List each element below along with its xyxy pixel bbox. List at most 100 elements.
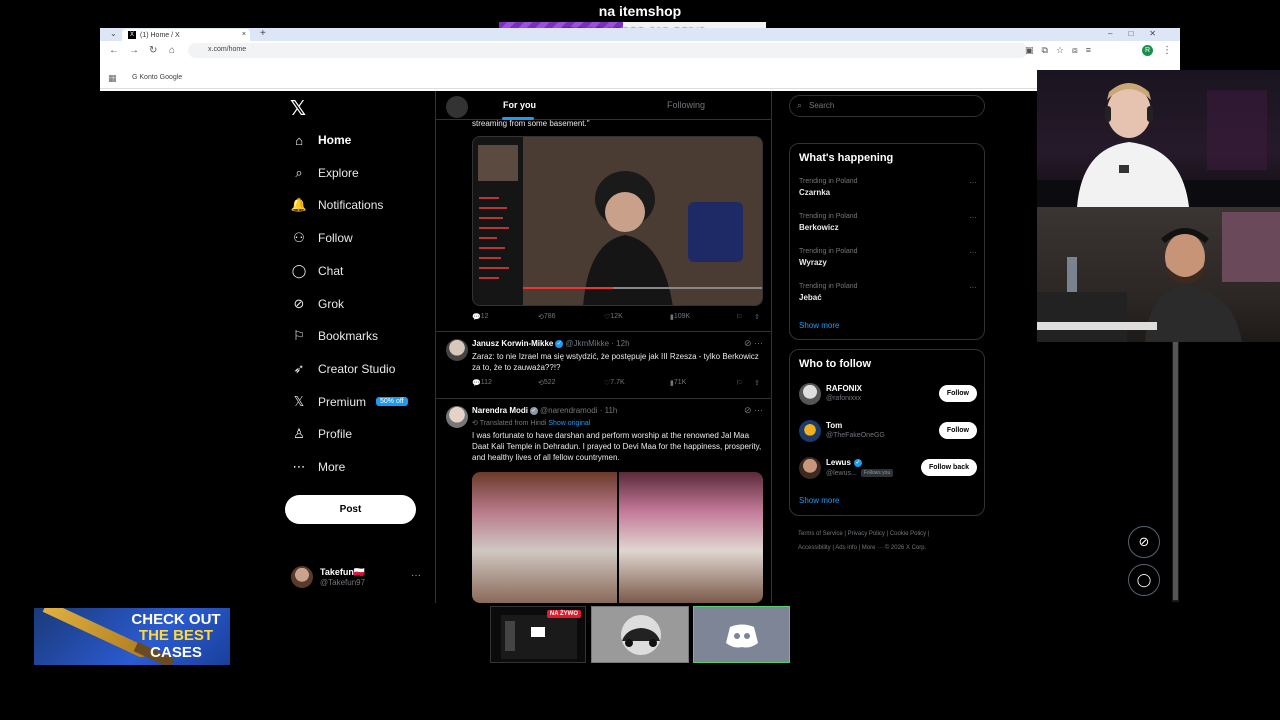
tweet-handle[interactable]: @JkmMikke (565, 339, 609, 348)
tweet-author[interactable]: Narendra Modi (472, 406, 528, 415)
window-controls[interactable]: –□✕ (1108, 29, 1172, 38)
reply-icon[interactable]: 💬 112 (472, 379, 492, 387)
sidebar-item-explore[interactable]: ⌕ Explore (292, 163, 358, 183)
avatar[interactable] (446, 96, 468, 118)
rocket-icon: ➶ (293, 360, 305, 376)
tab-search-chevron-icon[interactable]: ⌄ (110, 29, 117, 38)
follow-suggestion[interactable]: Lewus ✓ @lewus... Follows you Follow back (799, 456, 977, 480)
bookmark-icon[interactable]: ⚐ (736, 313, 742, 321)
scrollbar[interactable] (1172, 340, 1179, 602)
avatar[interactable] (446, 339, 468, 361)
avatar[interactable] (799, 383, 821, 405)
stream-goal-title: na itemshop (598, 3, 682, 19)
new-tab-button[interactable]: + (260, 28, 266, 39)
window-thumbnail-stream[interactable]: NA ŻYWO (490, 606, 586, 663)
tweet-time[interactable]: · 11h (600, 406, 618, 415)
follow-back-button[interactable]: Follow back (920, 459, 977, 476)
bookmark-icon: ⚐ (293, 328, 305, 344)
trend-item[interactable]: Trending in Poland Czarnka ··· (799, 178, 977, 197)
follow-suggestion[interactable]: RAFONIX @rafonixxx Follow (799, 382, 977, 406)
show-more-link[interactable]: Show more (799, 496, 839, 505)
promo-banner[interactable]: CHECK OUT THE BEST CASES (34, 608, 230, 665)
post-button[interactable]: Post (285, 495, 416, 524)
reply-icon[interactable]: 💬 12 (472, 313, 489, 321)
sidebar-item-chat[interactable]: ◯ Chat (291, 261, 344, 281)
more-circle-icon: ⋯ (292, 459, 306, 474)
tweet-images[interactable] (472, 472, 763, 603)
search-input[interactable]: ⌕ Search (789, 95, 985, 117)
sidebar-item-grok[interactable]: ⊘ Grok (292, 294, 344, 314)
tweet-image-1[interactable] (472, 472, 617, 603)
tab-x-home[interactable]: X (1) Home / X × (122, 29, 250, 41)
x-logo[interactable]: 𝕏 (290, 96, 306, 121)
tab-close-icon[interactable]: × (242, 31, 246, 38)
chat-floating-icon[interactable]: ◯ (1128, 564, 1160, 596)
apps-grid-icon[interactable]: ▦ (108, 73, 117, 84)
forward-arrow-icon[interactable]: → (129, 45, 139, 56)
follow-button[interactable]: Follow (938, 422, 977, 439)
tab-following[interactable]: Following (667, 100, 705, 110)
views-icon[interactable]: ▮ 109K (670, 313, 690, 321)
share-icon[interactable]: ⇧ (754, 313, 760, 321)
tweet-handle[interactable]: @narendramodi (540, 406, 597, 415)
menu-kebab-icon[interactable]: ⋮ (1162, 45, 1172, 56)
more-icon[interactable]: ··· (969, 178, 977, 187)
trend-item[interactable]: Trending in Poland Jebać ··· (799, 283, 977, 302)
sidebar-item-creator-studio[interactable]: ➶ Creator Studio (292, 359, 396, 379)
follow-suggestion[interactable]: Tom @TheFakeOneGG Follow (799, 419, 977, 443)
show-more-link[interactable]: Show more (799, 321, 839, 330)
home-button-icon[interactable]: ⌂ (169, 45, 175, 56)
person-add-icon: ⚇ (293, 230, 305, 246)
more-icon[interactable]: ··· (969, 283, 977, 292)
sidebar-item-bookmarks[interactable]: ⚐ Bookmarks (292, 326, 378, 346)
profile-avatar[interactable]: R (1142, 45, 1153, 56)
bookmark-icon[interactable]: ⚐ (736, 379, 742, 387)
like-icon[interactable]: ♡ 7.7K (604, 379, 625, 387)
toolbar-icons[interactable]: ▣⧉☆⧈≡ (1025, 45, 1099, 56)
tweet-author[interactable]: Janusz Korwin-Mikke (472, 339, 553, 348)
avatar[interactable] (446, 406, 468, 428)
account-handle: @Takefun97 (320, 578, 366, 587)
tweet-time[interactable]: · 12h (611, 339, 629, 348)
tweet-image-2[interactable] (618, 472, 763, 603)
views-icon[interactable]: ▮ 71K (670, 379, 686, 387)
account-switcher[interactable]: Takefun🇵🇱 @Takefun97 ··· (291, 566, 431, 590)
repost-icon[interactable]: ⟲ 522 (538, 379, 556, 387)
sidebar-item-follow[interactable]: ⚇ Follow (292, 228, 353, 248)
share-icon[interactable]: ⇧ (754, 379, 760, 387)
trend-item[interactable]: Trending in Poland Wyrazy ··· (799, 248, 977, 267)
footer-links[interactable]: Terms of Service | Privacy Policy | Cook… (798, 527, 988, 555)
webcam-feed-2 (1037, 207, 1280, 342)
more-icon[interactable]: ··· (969, 213, 977, 222)
sidebar-item-premium[interactable]: 𝕏 Premium 50% off (292, 392, 408, 412)
sidebar-item-more[interactable]: ⋯ More (292, 457, 346, 477)
sidebar-item-label: More (318, 460, 346, 474)
account-more-icon[interactable]: ··· (411, 570, 421, 581)
grok-more-icons[interactable]: ⊘ ··· (744, 338, 763, 349)
scrollbar-thumb[interactable] (1173, 340, 1178, 600)
tweet-video[interactable] (472, 136, 763, 306)
sidebar-item-home[interactable]: ⌂ Home (292, 130, 351, 150)
sidebar-item-profile[interactable]: ♙ Profile (292, 424, 352, 444)
sidebar-item-notifications[interactable]: 🔔 Notifications (291, 195, 383, 215)
reload-icon[interactable]: ↻ (149, 45, 157, 56)
whats-happening-panel: What's happening Trending in Poland Czarn… (789, 143, 985, 340)
avatar[interactable] (799, 420, 821, 442)
avatar[interactable] (799, 457, 821, 479)
tab-for-you[interactable]: For you (503, 100, 536, 110)
url-input[interactable]: x.com/home (188, 43, 1028, 58)
bookmark-konto-google[interactable]: G Konto Google (132, 74, 182, 81)
back-arrow-icon[interactable]: ← (109, 45, 119, 56)
more-icon[interactable]: ··· (969, 248, 977, 257)
follow-button[interactable]: Follow (938, 385, 977, 402)
grok-more-icons[interactable]: ⊘ ··· (744, 405, 763, 416)
window-thumbnail-discord[interactable] (693, 606, 790, 663)
show-original-link[interactable]: Show original (548, 420, 590, 427)
trend-item[interactable]: Trending in Poland Berkowicz ··· (799, 213, 977, 232)
grok-floating-icon[interactable]: ⊘ (1128, 526, 1160, 558)
repost-icon[interactable]: ⟲ 786 (538, 313, 556, 321)
x-favicon-icon: X (128, 31, 136, 39)
window-thumbnail-car[interactable] (591, 606, 689, 663)
chat-icon: ◯ (291, 262, 307, 278)
like-icon[interactable]: ♡ 12K (604, 313, 623, 321)
